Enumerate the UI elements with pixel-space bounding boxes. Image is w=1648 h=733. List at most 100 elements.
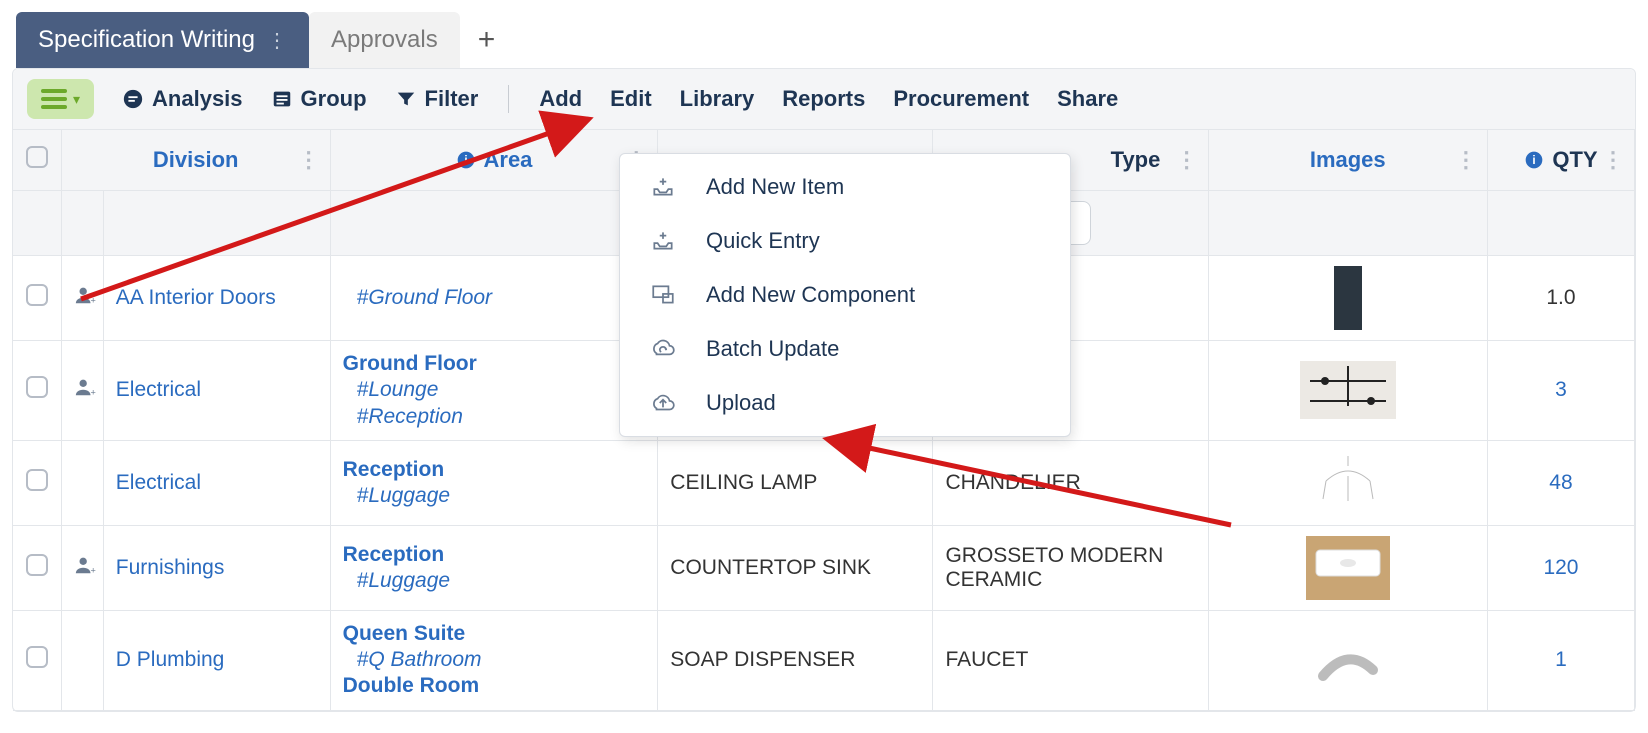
area-cell[interactable]: Reception#Luggage — [330, 440, 658, 525]
thumbnail-image — [1334, 266, 1362, 330]
area-sub: #Luggage — [343, 483, 646, 509]
area-cell[interactable]: Queen Suite#Q BathroomDouble Room — [330, 610, 658, 710]
qty-cell[interactable]: 3 — [1487, 341, 1634, 441]
image-cell[interactable] — [1208, 525, 1487, 610]
area-cell[interactable]: Reception#Luggage — [330, 525, 658, 610]
header-area[interactable]: i Area ⋮ — [330, 130, 658, 191]
division-cell[interactable]: Electrical — [116, 378, 201, 401]
dropdown-batch-update[interactable]: Batch Update — [620, 322, 1070, 376]
header-label: Type — [1111, 147, 1161, 173]
image-cell[interactable] — [1208, 256, 1487, 341]
filter-label: Filter — [425, 86, 479, 112]
division-cell[interactable]: AA Interior Doors — [116, 286, 276, 309]
cloud-sync-icon — [648, 336, 678, 362]
table-row: Electrical Reception#LuggageCEILING LAMPC… — [13, 440, 1635, 525]
menu-share[interactable]: Share — [1057, 86, 1118, 112]
header-checkbox[interactable] — [13, 130, 61, 191]
info-icon: i — [456, 150, 476, 170]
toolbar: ▾ Analysis Group Filter Add Edit Library… — [13, 69, 1635, 129]
add-dropdown: Add New Item Quick Entry Add New Compone… — [619, 153, 1071, 437]
info-icon: i — [1524, 150, 1544, 170]
dropdown-label: Upload — [706, 390, 776, 416]
header-label: QTY — [1552, 147, 1597, 173]
dropdown-add-component[interactable]: Add New Component — [620, 268, 1070, 322]
menu-reports[interactable]: Reports — [782, 86, 865, 112]
kebab-icon[interactable]: ⋮ — [1455, 147, 1477, 173]
thumbnail-image — [1300, 361, 1396, 419]
area-cell[interactable]: Ground Floor#Lounge#Reception — [330, 341, 658, 441]
dropdown-label: Batch Update — [706, 336, 839, 362]
image-cell[interactable] — [1208, 610, 1487, 710]
area-main: Double Room — [343, 673, 646, 699]
area-main: Ground Floor — [343, 351, 646, 377]
qty-cell[interactable]: 1.0 — [1487, 256, 1634, 341]
qty-cell[interactable]: 120 — [1487, 525, 1634, 610]
qty-cell[interactable]: 48 — [1487, 440, 1634, 525]
dropdown-label: Add New Item — [706, 174, 844, 200]
type-cell: CHANDELIER — [933, 440, 1208, 525]
thumbnail-image — [1306, 536, 1390, 600]
type-cell: FAUCET — [933, 610, 1208, 710]
svg-text:+: + — [90, 295, 95, 305]
add-tab-button[interactable]: + — [460, 23, 514, 57]
area-cell[interactable]: #Ground Floor — [330, 256, 658, 341]
tab-label: Specification Writing — [38, 26, 255, 54]
menu-library[interactable]: Library — [680, 86, 755, 112]
cloud-upload-icon — [648, 390, 678, 416]
division-cell[interactable]: Electrical — [116, 471, 201, 494]
inbox-plus-icon — [648, 228, 678, 254]
dropdown-label: Add New Component — [706, 282, 915, 308]
dropdown-upload[interactable]: Upload — [620, 376, 1070, 430]
dropdown-quick-entry[interactable]: Quick Entry — [620, 214, 1070, 268]
header-images[interactable]: Images ⋮ — [1208, 130, 1487, 191]
row-checkbox[interactable] — [26, 284, 48, 306]
kebab-icon[interactable]: ⋮ — [267, 28, 287, 53]
tab-approvals[interactable]: Approvals — [309, 12, 460, 68]
area-main: Queen Suite — [343, 621, 646, 647]
view-menu-button[interactable]: ▾ — [27, 79, 94, 119]
item-cell: CEILING LAMP — [658, 440, 933, 525]
chevron-down-icon: ▾ — [73, 91, 80, 108]
row-checkbox[interactable] — [26, 646, 48, 668]
filter-button[interactable]: Filter — [395, 86, 479, 112]
header-division[interactable]: Division ⋮ — [61, 130, 330, 191]
item-cell: SOAP DISPENSER — [658, 610, 933, 710]
division-cell[interactable]: Furnishings — [116, 556, 225, 579]
plus-icon: + — [478, 23, 496, 56]
inbox-plus-icon — [648, 174, 678, 200]
assign-user-icon[interactable]: + — [74, 558, 96, 581]
dropdown-add-new-item[interactable]: Add New Item — [620, 160, 1070, 214]
image-cell[interactable] — [1208, 440, 1487, 525]
menu-edit[interactable]: Edit — [610, 86, 652, 112]
row-checkbox[interactable] — [26, 376, 48, 398]
header-label: Area — [484, 147, 533, 173]
row-checkbox[interactable] — [26, 469, 48, 491]
table-row: +FurnishingsReception#LuggageCOUNTERTOP … — [13, 525, 1635, 610]
kebab-icon[interactable]: ⋮ — [298, 147, 320, 173]
header-qty[interactable]: i QTY ⋮ — [1487, 130, 1634, 191]
svg-text:i: i — [1533, 154, 1536, 167]
kebab-icon[interactable]: ⋮ — [1176, 147, 1198, 173]
assign-user-icon[interactable]: + — [74, 288, 96, 311]
area-sub: #Q Bathroom — [343, 647, 646, 673]
tab-specification-writing[interactable]: Specification Writing ⋮ — [16, 12, 309, 68]
tab-bar: Specification Writing ⋮ Approvals + — [16, 12, 1636, 68]
thumbnail-image — [1311, 451, 1385, 515]
image-cell[interactable] — [1208, 341, 1487, 441]
menu-add[interactable]: Add — [539, 86, 582, 112]
analysis-label: Analysis — [152, 86, 243, 112]
menu-procurement[interactable]: Procurement — [893, 86, 1029, 112]
group-button[interactable]: Group — [271, 86, 367, 112]
analysis-button[interactable]: Analysis — [122, 86, 243, 112]
component-icon — [648, 282, 678, 308]
area-sub: #Lounge — [343, 377, 646, 403]
svg-text:+: + — [90, 565, 95, 575]
assign-user-icon[interactable]: + — [74, 380, 96, 403]
svg-text:+: + — [90, 388, 95, 398]
header-label: Division — [153, 147, 239, 173]
row-checkbox[interactable] — [26, 554, 48, 576]
kebab-icon[interactable]: ⋮ — [1602, 147, 1624, 173]
division-cell[interactable]: D Plumbing — [116, 648, 225, 671]
qty-cell[interactable]: 1 — [1487, 610, 1634, 710]
area-sub: #Reception — [343, 404, 646, 430]
